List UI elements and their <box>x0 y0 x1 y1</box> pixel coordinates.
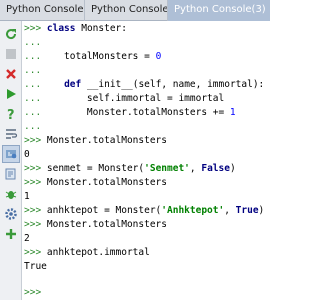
soft-wrap-button[interactable] <box>2 125 20 143</box>
console-line: >>> anhktepot.immortal <box>24 247 150 258</box>
console-line: ... <box>24 37 42 48</box>
help-icon: ? <box>7 108 15 121</box>
console-line: ... <box>24 121 42 132</box>
console-output-line: 1 <box>24 191 30 202</box>
add-icon <box>6 229 16 239</box>
settings-button[interactable] <box>2 205 20 223</box>
close-icon <box>6 69 16 79</box>
console-line: ... self.immortal = immortal <box>24 93 225 104</box>
tab-python-console[interactable]: Python Console <box>0 0 85 21</box>
rerun-icon <box>6 29 17 40</box>
console-output-line: True <box>24 261 47 272</box>
console-toolbar: ? <box>0 21 22 300</box>
stop-icon <box>6 49 16 59</box>
execute-button[interactable] <box>2 85 20 103</box>
history-button[interactable] <box>2 165 20 183</box>
variables-icon <box>6 150 17 159</box>
settings-icon <box>5 208 17 220</box>
console-output[interactable]: >>> class Monster: ... ... totalMonsters… <box>22 21 270 300</box>
debug-button[interactable] <box>2 185 20 203</box>
tab-python-console-2[interactable]: Python Console(2) <box>85 0 168 21</box>
close-button[interactable] <box>2 65 20 83</box>
console-output-line: 0 <box>24 149 30 160</box>
tab-python-console-3[interactable]: Python Console(3) <box>168 0 270 21</box>
svg-text:?: ? <box>7 108 15 121</box>
console-line: >>> senmet = Monster('Senmet', False) <box>24 163 236 174</box>
execute-icon <box>7 89 16 99</box>
console-tab-bar: Python Console Python Console(2) Python … <box>0 0 270 21</box>
soft-wrap-icon <box>6 129 18 139</box>
console-line: >>> class Monster: <box>24 23 127 34</box>
console-input-line[interactable]: >>> <box>24 286 47 300</box>
variables-button[interactable] <box>2 145 20 163</box>
console-line: >>> anhktepot = Monster('Anhktepot', Tru… <box>24 205 265 216</box>
console-line: ... Monster.totalMonsters += 1 <box>24 107 236 118</box>
console-line: >>> Monster.totalMonsters <box>24 177 167 188</box>
rerun-button[interactable] <box>2 25 20 43</box>
console-line: ... <box>24 65 42 76</box>
console-line: ... def __init__(self, name, immortal): <box>24 79 265 90</box>
add-button[interactable] <box>2 225 20 243</box>
console-output-line: 2 <box>24 233 30 244</box>
stop-button[interactable] <box>2 45 20 63</box>
console-line: ... totalMonsters = 0 <box>24 51 162 62</box>
debug-icon <box>5 191 17 199</box>
console-line: >>> Monster.totalMonsters <box>24 219 167 230</box>
console-line: >>> Monster.totalMonsters <box>24 135 167 146</box>
history-icon <box>5 168 16 180</box>
help-button[interactable]: ? <box>2 105 20 123</box>
